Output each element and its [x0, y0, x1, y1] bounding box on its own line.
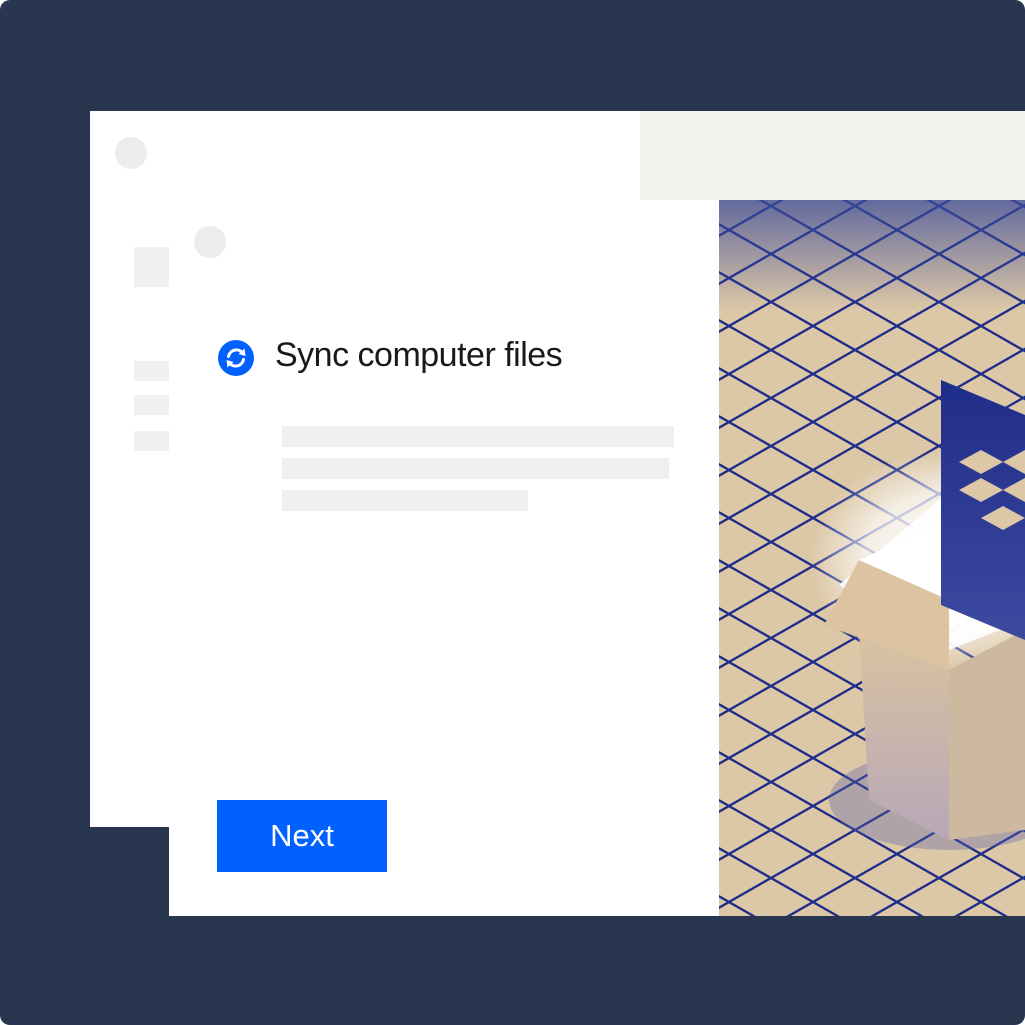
- description-skeleton-line: [282, 458, 669, 479]
- dialog-content: Sync computer files Next: [169, 200, 719, 916]
- front-window: Sync computer files Next: [169, 200, 1025, 916]
- next-button[interactable]: Next: [217, 800, 387, 872]
- window-dot: [194, 226, 226, 258]
- back-window-dot: [115, 137, 147, 169]
- description-skeleton-line: [282, 490, 528, 511]
- back-skeleton-line: [134, 361, 174, 381]
- back-skeleton-block: [134, 247, 174, 287]
- back-skeleton-line: [134, 395, 174, 415]
- back-skeleton-line: [134, 431, 174, 451]
- description-skeleton-line: [282, 426, 674, 447]
- box-illustration: [719, 200, 1025, 916]
- dialog-title: Sync computer files: [275, 336, 563, 374]
- sync-icon: [218, 340, 254, 376]
- stage: Sync computer files Next: [0, 0, 1025, 1025]
